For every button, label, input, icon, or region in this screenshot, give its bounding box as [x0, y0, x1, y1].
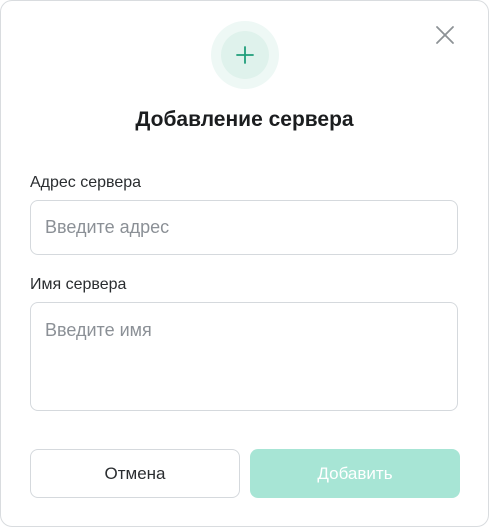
server-name-label: Имя сервера [30, 276, 127, 293]
server-address-input[interactable] [30, 200, 458, 255]
add-button-label: Добавить [317, 463, 393, 483]
hero-icon-circle [221, 31, 269, 79]
server-address-label: Адрес сервера [30, 174, 142, 191]
add-server-dialog: Добавление сервера Адрес сервера Имя сер… [0, 0, 489, 527]
cancel-button-label: Отмена [104, 463, 166, 483]
close-icon [436, 26, 454, 44]
cancel-button[interactable]: Отмена [30, 449, 240, 498]
plus-icon [236, 46, 254, 64]
server-name-input[interactable] [30, 302, 458, 411]
dialog-title: Добавление сервера [135, 108, 354, 131]
add-button[interactable]: Добавить [250, 449, 460, 498]
close-button[interactable] [433, 23, 457, 47]
